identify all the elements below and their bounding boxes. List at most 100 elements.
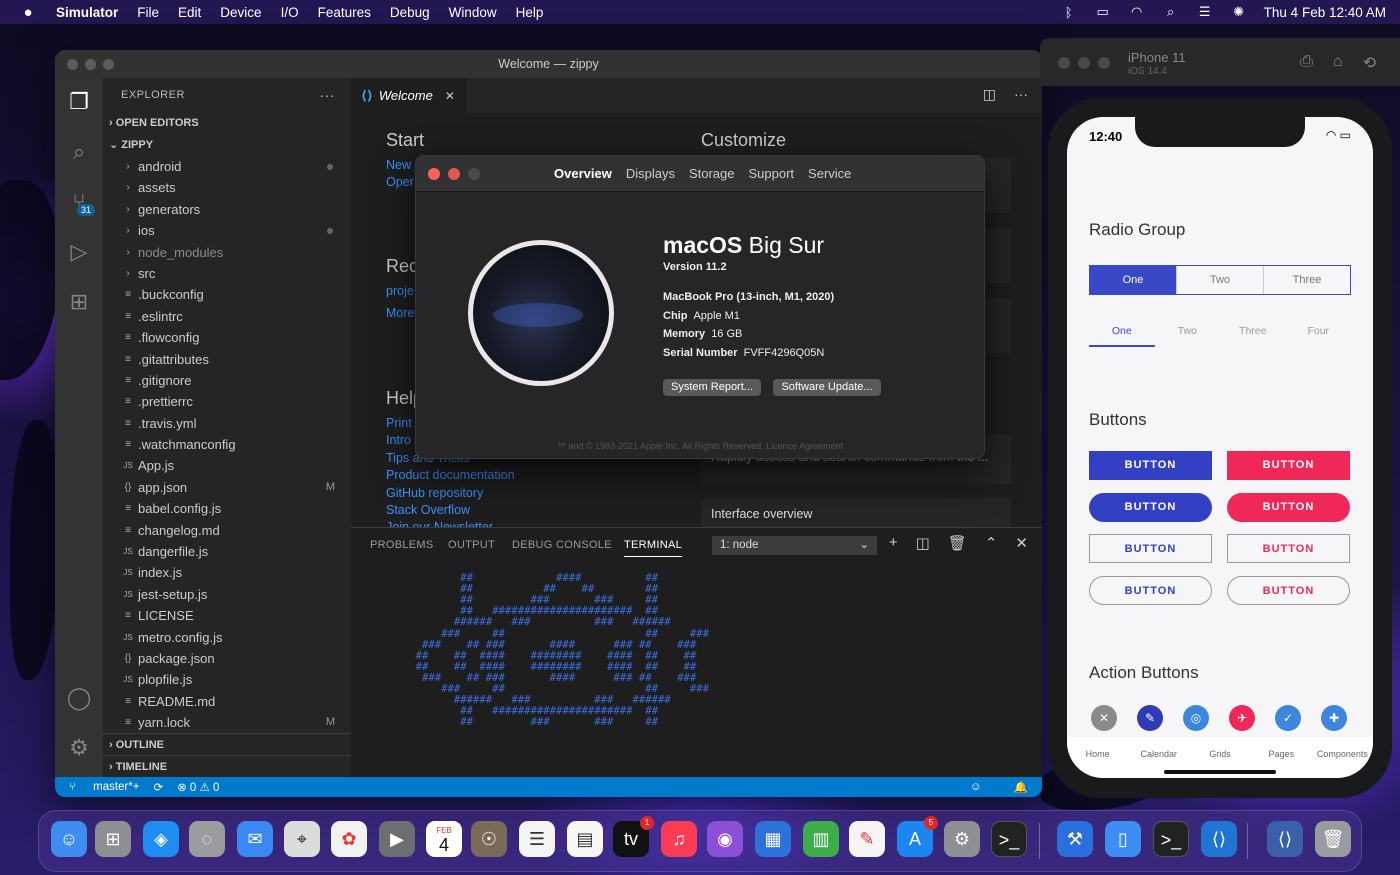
siri-icon[interactable]: ✺	[1230, 4, 1248, 20]
terminal-icon[interactable]: >_	[991, 821, 1027, 857]
tab-four[interactable]: Four	[1286, 321, 1352, 347]
tree-item[interactable]: › ios	[103, 220, 351, 241]
tree-item[interactable]: ≡ yarn.lock M	[103, 712, 351, 733]
button-rounded-pink[interactable]: BUTTON	[1227, 493, 1350, 522]
button-rounded-blue[interactable]: BUTTON	[1089, 493, 1212, 522]
close-tab-icon[interactable]: ✕	[445, 89, 455, 103]
maps-icon[interactable]: ⌖	[284, 821, 320, 857]
button-filled-blue[interactable]: BUTTON	[1089, 451, 1212, 480]
button-outline-round-blue[interactable]: BUTTON	[1089, 576, 1212, 605]
tab-one[interactable]: One	[1089, 321, 1155, 347]
more-actions-icon[interactable]: ···	[320, 78, 336, 112]
tree-item[interactable]: ≡ changelog.md	[103, 520, 351, 541]
app-store-icon[interactable]: A5	[897, 816, 938, 857]
tree-item[interactable]: ≡ .watchmanconfig	[103, 434, 351, 455]
extensions-icon[interactable]: ⊞	[65, 288, 93, 316]
photos-icon[interactable]: ✿	[331, 821, 367, 857]
button-outline-round-pink[interactable]: BUTTON	[1227, 576, 1350, 605]
fab-azure[interactable]: ✓	[1275, 705, 1301, 731]
menu-app-name[interactable]: Simulator	[56, 5, 118, 20]
about-tab-displays[interactable]: Displays	[626, 166, 675, 181]
tree-item[interactable]: JS dangerfile.js	[103, 541, 351, 562]
menu-file[interactable]: File	[137, 5, 159, 20]
minimize-window-button[interactable]	[448, 168, 460, 180]
menu-device[interactable]: Device	[220, 5, 261, 20]
menu-debug[interactable]: Debug	[390, 5, 430, 20]
menu-io[interactable]: I/O	[281, 5, 299, 20]
tree-item[interactable]: ≡ .gitattributes	[103, 349, 351, 370]
segment-two[interactable]: Two	[1176, 266, 1263, 294]
tree-item[interactable]: › generators	[103, 199, 351, 220]
about-tab-service[interactable]: Service	[808, 166, 851, 181]
tree-item[interactable]: ≡ .prettierrc	[103, 391, 351, 412]
tree-item[interactable]: ≡ .eslintrc	[103, 306, 351, 327]
about-tab-support[interactable]: Support	[749, 166, 795, 181]
editor-more-icon[interactable]: ···	[1014, 86, 1028, 103]
button-outline-pink[interactable]: BUTTON	[1227, 534, 1350, 563]
terminal-icon[interactable]: >_	[1153, 821, 1189, 857]
vscode-icon[interactable]: ⟨⟩	[1201, 821, 1237, 857]
tree-item[interactable]: JS jest-setup.js	[103, 584, 351, 605]
close-panel-icon[interactable]: ✕	[1015, 534, 1028, 552]
project-section[interactable]: ⌄ ZIPPY	[103, 134, 351, 156]
tab-two[interactable]: Two	[1155, 321, 1221, 347]
calendar-icon[interactable]: FEB 4	[426, 821, 462, 857]
tree-item[interactable]: ≡ .gitignore	[103, 370, 351, 391]
bottom-nav-components[interactable]: Components	[1312, 737, 1373, 778]
account-icon[interactable]: ◯	[65, 684, 93, 712]
vscode-window-thumbnail-icon[interactable]: ⟨⟩	[1267, 821, 1303, 857]
apple-tv-icon[interactable]: tv 1	[613, 816, 654, 857]
problems-status[interactable]: ⊗ 0 ⚠ 0	[177, 780, 219, 794]
interface-overview-card[interactable]: Interface overview	[701, 498, 1011, 527]
outline-section[interactable]: › OUTLINE	[103, 733, 351, 755]
close-window-button[interactable]	[428, 168, 440, 180]
music-icon[interactable]: ♫	[661, 821, 697, 857]
trash-icon[interactable]: 🗑	[948, 534, 967, 552]
zoom-window-button[interactable]	[1098, 57, 1110, 69]
tab-welcome[interactable]: ⟨⟩ Welcome ✕	[351, 78, 466, 113]
tree-item[interactable]: JS App.js	[103, 455, 351, 476]
system-report-button[interactable]: System Report...	[663, 379, 761, 396]
menu-help[interactable]: Help	[516, 5, 544, 20]
home-icon[interactable]: ⌂	[1333, 53, 1343, 73]
tree-item[interactable]: JS metro.config.js	[103, 627, 351, 648]
tree-item[interactable]: › android	[103, 156, 351, 177]
menu-features[interactable]: Features	[318, 5, 371, 20]
segment-one[interactable]: One	[1090, 266, 1176, 294]
rotate-icon[interactable]: ⟲	[1363, 53, 1376, 73]
podcasts-icon[interactable]: ◉	[707, 821, 743, 857]
welcome-open-link[interactable]: Oper	[386, 175, 414, 189]
tree-item[interactable]: ≡ README.md	[103, 691, 351, 712]
split-editor-icon[interactable]: ◫	[983, 86, 996, 103]
tree-item[interactable]: {} package.json	[103, 648, 351, 669]
search-icon[interactable]: ⌕	[1162, 4, 1180, 20]
tree-item[interactable]: ≡ babel.config.js	[103, 498, 351, 519]
close-window-button[interactable]	[67, 59, 78, 70]
open-editors-section[interactable]: › OPEN EDITORS	[103, 112, 351, 134]
settings-gear-icon[interactable]: ⚙	[65, 734, 93, 762]
pages-icon[interactable]: ✎	[849, 821, 885, 857]
minimize-window-button[interactable]	[1078, 57, 1090, 69]
trash-icon[interactable]: 🗑	[1315, 821, 1351, 857]
system-preferences-icon[interactable]: ⚙	[944, 821, 980, 857]
bluetooth-icon[interactable]: ᛒ	[1060, 5, 1078, 20]
fab-gray[interactable]: ✕	[1091, 705, 1117, 731]
feedback-icon[interactable]: ☺	[970, 781, 982, 793]
notifications-icon[interactable]: 🔔	[1014, 780, 1028, 794]
xcode-icon[interactable]: ⚒	[1057, 821, 1093, 857]
welcome-new-link[interactable]: New	[386, 158, 411, 172]
notes-icon[interactable]: ▤	[567, 821, 603, 857]
tree-item[interactable]: › src	[103, 263, 351, 284]
about-tab-storage[interactable]: Storage	[689, 166, 735, 181]
launchpad-icon[interactable]: ⊞	[95, 821, 131, 857]
welcome-help-link[interactable]: Stack Overflow	[386, 503, 470, 517]
fab-light-blue[interactable]: ◎	[1183, 705, 1209, 731]
tree-item[interactable]: {} app.json M	[103, 477, 351, 498]
messages-icon[interactable]: ◌	[189, 821, 225, 857]
welcome-help-link[interactable]: Intro	[386, 433, 411, 447]
fab-pink[interactable]: ✈	[1229, 705, 1255, 731]
tree-item[interactable]: ≡ LICENSE	[103, 605, 351, 626]
zoom-window-button[interactable]	[103, 59, 114, 70]
close-window-button[interactable]	[1058, 57, 1070, 69]
menu-window[interactable]: Window	[449, 5, 497, 20]
